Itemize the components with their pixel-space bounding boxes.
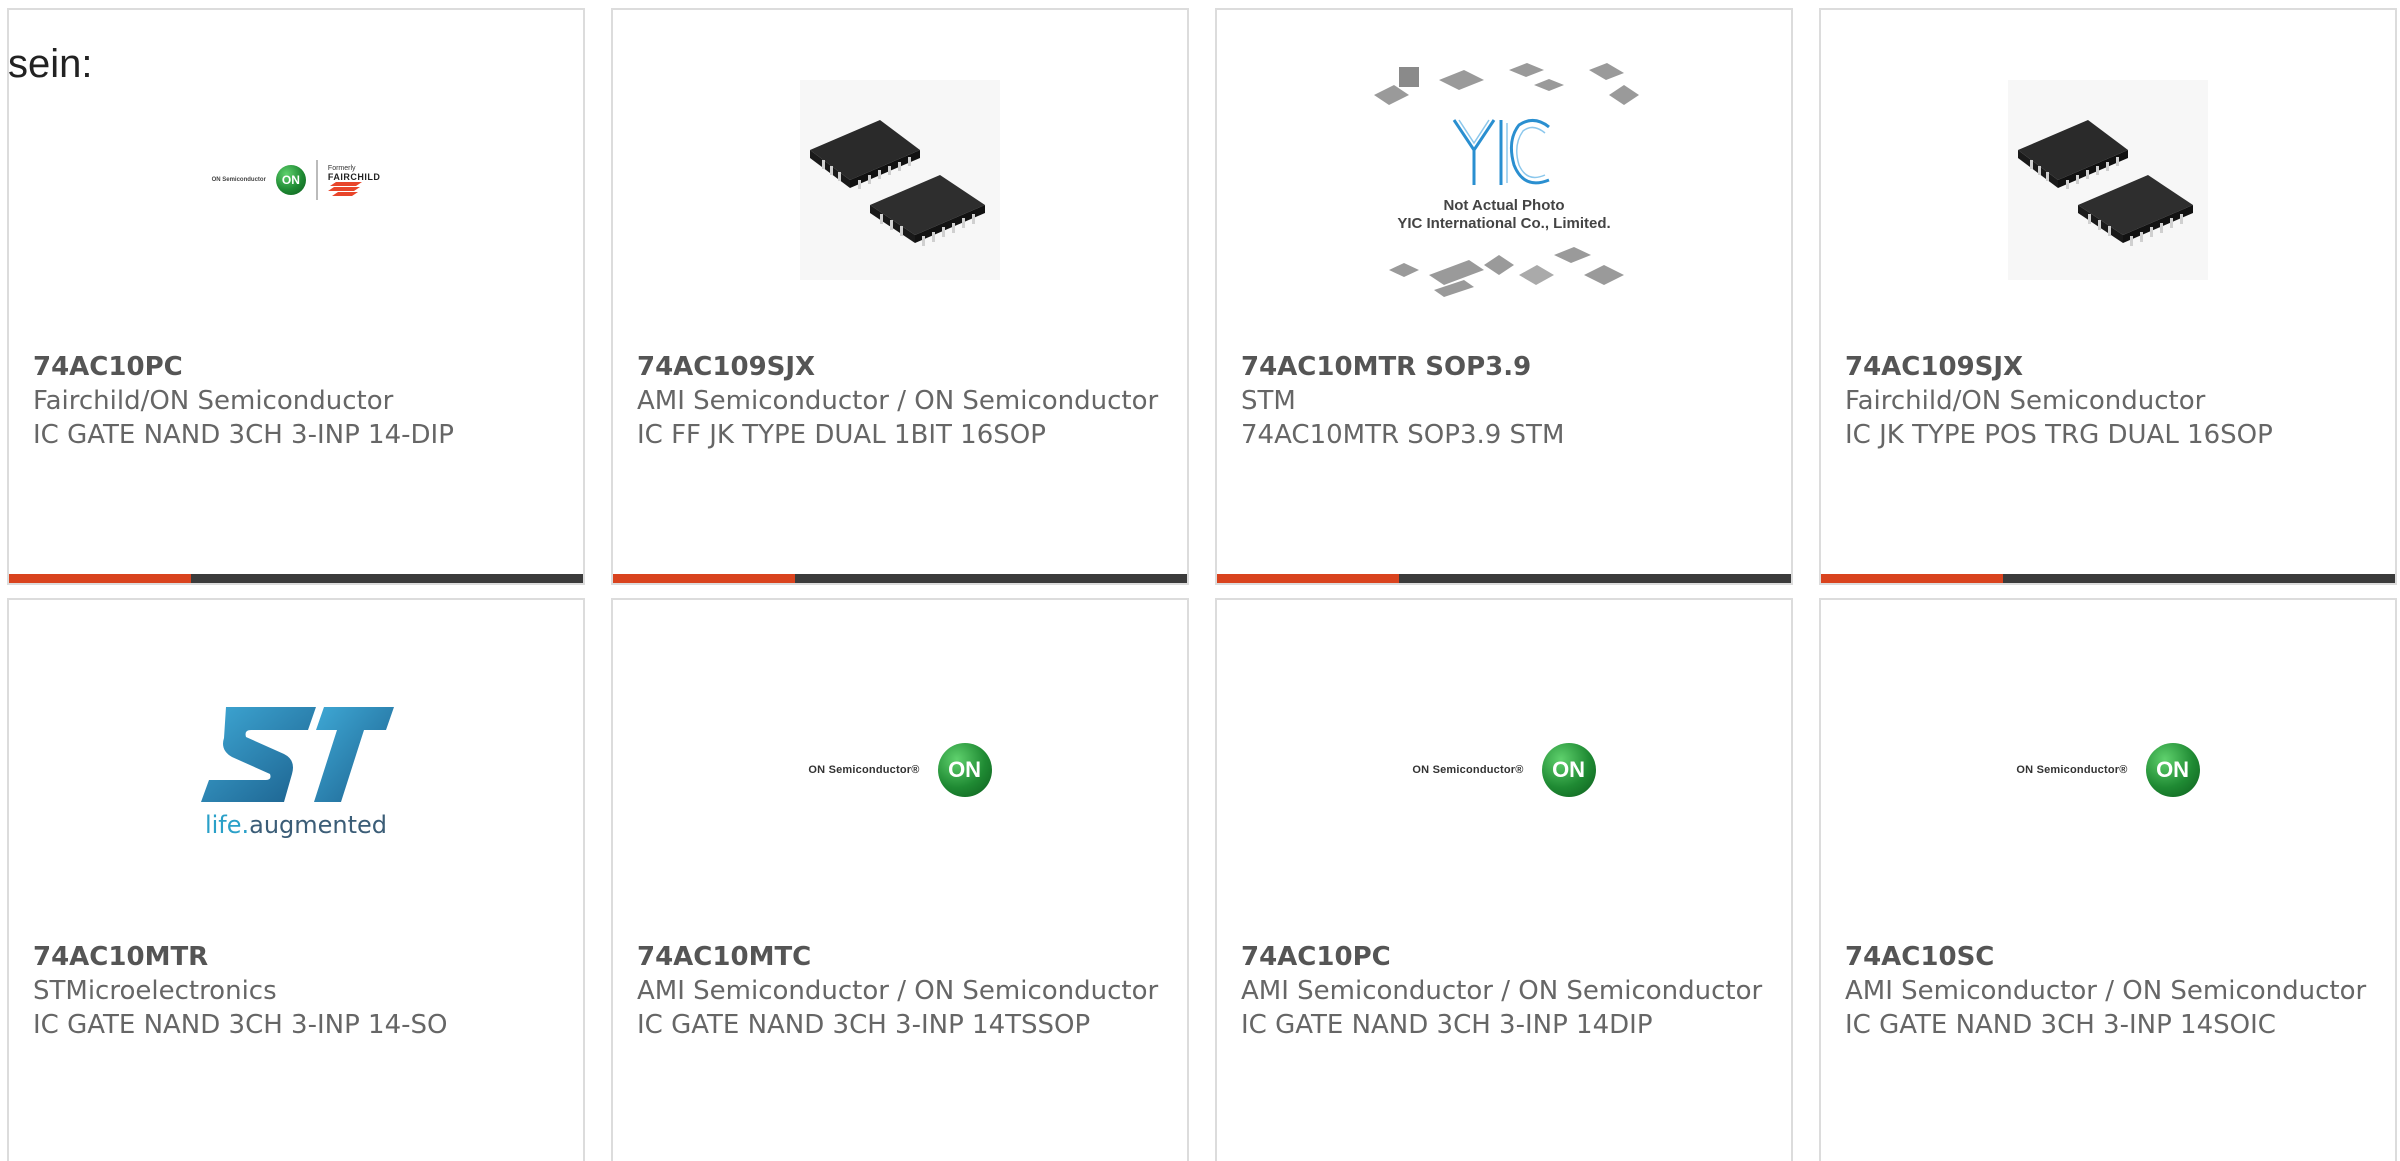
manufacturer: AMI Semiconductor / ON Semiconductor [637, 386, 1159, 416]
product-card[interactable]: Not Actual Photo YIC International Co., … [1215, 8, 1793, 585]
card-bar [1217, 574, 1791, 583]
fairchild-text: FAIRCHILD [327, 172, 381, 182]
fairchild-stripes-icon [327, 182, 362, 196]
fairchild-mark: Formerly FAIRCHILD [327, 164, 381, 196]
part-number[interactable]: 74AC10SC [1845, 940, 2371, 974]
product-card[interactable]: life.augmented 74AC10MTR STMicroelectron… [7, 598, 585, 1161]
on-logo-icon: ON [1541, 743, 1596, 797]
on-semi-logo: ON Semiconductor® ON [1412, 743, 1596, 797]
part-number[interactable]: 74AC10MTC [637, 940, 1163, 974]
product-info: 74AC109SJX AMI Semiconductor / ON Semico… [637, 350, 1163, 452]
description: IC GATE NAND 3CH 3-INP 14-DIP [33, 420, 454, 450]
fairchild-on-logo: ON Semiconductor ON Formerly FAIRCHILD [212, 160, 381, 200]
st-tagline-life: life. [204, 810, 250, 839]
product-image[interactable]: Not Actual Photo YIC International Co., … [1217, 10, 1791, 350]
logo-brand-text: ON Semiconductor [211, 177, 266, 183]
product-info: 74AC10PC Fairchild/ON Semiconductor IC G… [33, 350, 559, 452]
description: IC GATE NAND 3CH 3-INP 14DIP [1241, 1010, 1653, 1040]
on-logo-icon: ON [2145, 743, 2200, 797]
part-number[interactable]: 74AC109SJX [1845, 350, 2371, 384]
part-number[interactable]: 74AC10MTR [33, 940, 559, 974]
product-grid-page: sein: ON Semiconductor ON Formerly FAIRC… [0, 0, 2400, 1161]
manufacturer: AMI Semiconductor / ON Semiconductor [1845, 976, 2367, 1006]
product-image[interactable]: ON Semiconductor® ON [1217, 600, 1791, 940]
manufacturer: Fairchild/ON Semiconductor [33, 386, 394, 416]
part-number[interactable]: 74AC10MTR SOP3.9 [1241, 350, 1767, 384]
description: 74AC10MTR SOP3.9 STM [1241, 420, 1565, 450]
manufacturer: Fairchild/ON Semiconductor [1845, 386, 2206, 416]
yic-brand-icon [1452, 119, 1550, 185]
lead-text: sein: [8, 42, 93, 86]
on-semi-word: ON Semiconductor® [2016, 764, 2128, 776]
yic-placeholder-image: Not Actual Photo YIC International Co., … [1369, 55, 1639, 305]
st-logo: life.augmented [196, 702, 396, 839]
part-number[interactable]: 74AC10PC [1241, 940, 1767, 974]
product-info: 74AC109SJX Fairchild/ON Semiconductor IC… [1845, 350, 2371, 452]
manufacturer: AMI Semiconductor / ON Semiconductor [1241, 976, 1763, 1006]
card-bar-accent [613, 574, 795, 583]
product-info: 74AC10PC AMI Semiconductor / ON Semicond… [1241, 940, 1767, 1042]
st-logo-icon [201, 706, 394, 802]
card-bar-accent [1821, 574, 2003, 583]
product-info: 74AC10MTR STMicroelectronics IC GATE NAN… [33, 940, 559, 1042]
product-info: 74AC10MTR SOP3.9 STM 74AC10MTR SOP3.9 ST… [1241, 350, 1767, 452]
product-image[interactable]: ON Semiconductor ON Formerly FAIRCHILD [9, 10, 583, 350]
on-semi-logo: ON Semiconductor® ON [2016, 743, 2200, 797]
product-info: 74AC10MTC AMI Semiconductor / ON Semicon… [637, 940, 1163, 1042]
product-image[interactable] [613, 10, 1187, 350]
st-tagline: life.augmented [205, 811, 387, 839]
part-number[interactable]: 74AC10PC [33, 350, 559, 384]
card-bar [9, 574, 583, 583]
product-card[interactable]: 74AC109SJX AMI Semiconductor / ON Semico… [611, 8, 1189, 585]
product-card[interactable]: ON Semiconductor ON Formerly FAIRCHILD 7… [7, 8, 585, 585]
card-bar [1821, 574, 2395, 583]
st-tagline-rest: augmented [249, 810, 388, 839]
manufacturer: STMicroelectronics [33, 976, 277, 1006]
on-logo-icon: ON [937, 743, 992, 797]
card-bar-accent [9, 574, 191, 583]
description: IC JK TYPE POS TRG DUAL 16SOP [1845, 420, 2273, 450]
chip-photo-icon [2008, 80, 2208, 280]
product-card[interactable]: ON Semiconductor® ON 74AC10MTC AMI Semic… [611, 598, 1189, 1161]
product-card[interactable]: ON Semiconductor® ON 74AC10SC AMI Semico… [1819, 598, 2397, 1161]
on-semi-logo: ON Semiconductor® ON [808, 743, 992, 797]
card-bar-accent [1217, 574, 1399, 583]
description: IC GATE NAND 3CH 3-INP 14SOIC [1845, 1010, 2276, 1040]
part-number[interactable]: 74AC109SJX [637, 350, 1163, 384]
on-semi-word: ON Semiconductor® [808, 764, 920, 776]
product-card[interactable]: 74AC109SJX Fairchild/ON Semiconductor IC… [1819, 8, 2397, 585]
yic-caption-line2: YIC International Co., Limited. [1397, 215, 1611, 232]
manufacturer: AMI Semiconductor / ON Semiconductor [637, 976, 1159, 1006]
chip-photo-icon [800, 80, 1000, 280]
manufacturer: STM [1241, 386, 1296, 416]
product-info: 74AC10SC AMI Semiconductor / ON Semicond… [1845, 940, 2371, 1042]
product-card[interactable]: ON Semiconductor® ON 74AC10PC AMI Semico… [1215, 598, 1793, 1161]
product-image[interactable]: ON Semiconductor® ON [1821, 600, 2395, 940]
product-image[interactable]: ON Semiconductor® ON [613, 600, 1187, 940]
card-bar [613, 574, 1187, 583]
yic-caption-line1: Not Actual Photo [1443, 197, 1565, 214]
description: IC GATE NAND 3CH 3-INP 14-SO [33, 1010, 448, 1040]
product-image[interactable] [1821, 10, 2395, 350]
on-logo-icon: ON [275, 165, 306, 195]
description: IC GATE NAND 3CH 3-INP 14TSSOP [637, 1010, 1091, 1040]
on-semi-word: ON Semiconductor® [1412, 764, 1524, 776]
product-image[interactable]: life.augmented [9, 600, 583, 940]
description: IC FF JK TYPE DUAL 1BIT 16SOP [637, 420, 1046, 450]
logo-divider [315, 160, 318, 200]
